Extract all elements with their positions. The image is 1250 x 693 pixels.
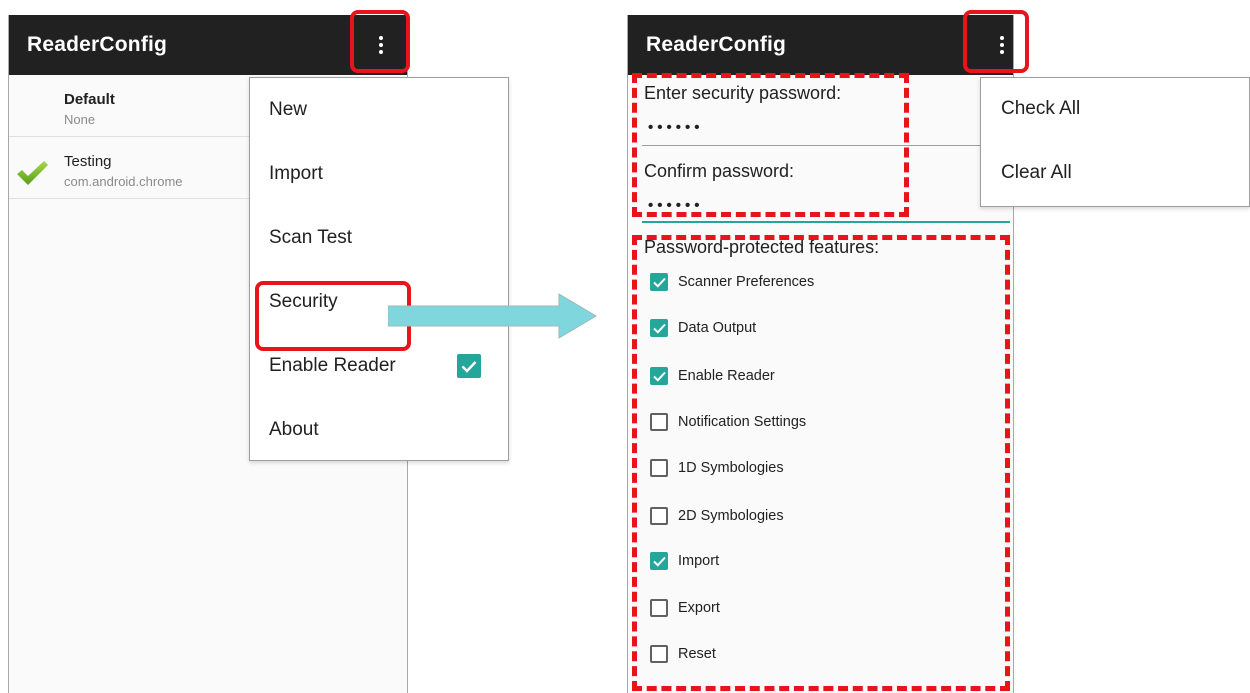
menu-item-about[interactable]: About — [250, 398, 508, 462]
overflow-menu: New Import Scan Test Security Enable Rea… — [249, 77, 509, 461]
menu-item-clear-all[interactable]: Clear All — [981, 142, 1249, 206]
confirm-password-underline — [642, 221, 1010, 223]
menu-item-label: Check All — [1001, 98, 1081, 119]
active-check-icon — [17, 161, 48, 185]
menu-item-label: New — [269, 99, 308, 120]
profile-name: Default — [64, 91, 115, 108]
app-bar: ReaderConfig — [628, 15, 1013, 75]
menu-item-import[interactable]: Import — [250, 142, 508, 206]
profile-row-testing[interactable]: Testing com.android.chrome — [9, 137, 249, 199]
app-bar: ReaderConfig — [9, 15, 407, 75]
menu-item-label: Import — [269, 163, 323, 184]
check-menu: Check All Clear All — [980, 77, 1250, 207]
check-icon — [461, 360, 477, 373]
menu-item-label: About — [269, 419, 319, 440]
menu-item-scan-test[interactable]: Scan Test — [250, 206, 508, 270]
profile-row-default[interactable]: Default None — [9, 75, 249, 137]
callout-password-fields — [632, 73, 909, 217]
profile-package: None — [64, 112, 96, 127]
menu-item-check-all[interactable]: Check All — [981, 78, 1249, 142]
callout-protected-features — [632, 235, 1010, 691]
profile-package: com.android.chrome — [64, 174, 183, 189]
callout-overflow-left — [350, 10, 410, 73]
menu-item-label: Clear All — [1001, 162, 1072, 183]
app-title: ReaderConfig — [27, 33, 168, 56]
menu-item-label: Scan Test — [269, 227, 353, 248]
enable-reader-checkbox[interactable] — [457, 354, 481, 378]
callout-overflow-right — [963, 10, 1029, 73]
menu-item-label: Enable Reader — [269, 355, 396, 376]
arrow-icon — [388, 293, 597, 339]
profile-list: Default None Testing com.android.chrome — [9, 75, 249, 199]
profile-name: Testing — [64, 153, 112, 170]
menu-item-new[interactable]: New — [250, 78, 508, 142]
app-title: ReaderConfig — [646, 33, 787, 56]
